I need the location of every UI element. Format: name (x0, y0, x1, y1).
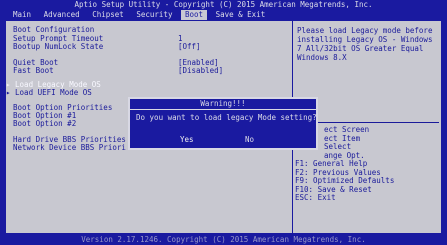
bootup-numlock-label[interactable]: Bootup NumLock State (13, 42, 103, 51)
key-change-opt: ange Opt. (324, 150, 365, 160)
key-save-reset: F10: Save & Reset (295, 184, 372, 194)
help-text: Please load Legacy mode before installin… (297, 26, 433, 62)
dialog-message: Do you want to load legacy Mode setting? (136, 113, 317, 122)
version-footer: Version 2.17.1246. Copyright (C) 2015 Am… (81, 235, 366, 244)
fast-boot-label[interactable]: Fast Boot (13, 66, 54, 75)
key-previous-values: F2: Previous Values (295, 167, 381, 177)
menu-tab-advanced[interactable]: Advanced (40, 10, 84, 20)
key-exit: ESC: Exit (295, 193, 336, 202)
bios-title: Aptio Setup Utility - Copyright (C) 2015… (0, 0, 447, 10)
menu-tab-save-exit[interactable]: Save & Exit (212, 10, 270, 20)
load-uefi-mode-item[interactable]: ▸ Load UEFI Mode OS (6, 88, 92, 97)
no-button[interactable]: No (242, 135, 257, 145)
boot-config-heading: Boot Configuration (13, 25, 95, 34)
menu-bar: Main Advanced Chipset Security Boot Save… (0, 10, 447, 20)
bios-screen: Aptio Setup Utility - Copyright (C) 2015… (0, 0, 447, 245)
yes-button[interactable]: Yes (177, 135, 197, 145)
menu-tab-chipset[interactable]: Chipset (88, 10, 128, 20)
boot-option-2-label[interactable]: Boot Option #2 (13, 119, 76, 128)
warning-dialog: Warning!!! Do you want to load legacy Mo… (128, 97, 318, 150)
network-bbs-priorities-item[interactable]: Network Device BBS Priori (13, 143, 126, 152)
bootup-numlock-value[interactable]: [Off] (178, 42, 201, 51)
key-optimized-defaults: F9: Optimized Defaults (295, 176, 395, 185)
menu-tab-boot[interactable]: Boot (180, 10, 208, 20)
dialog-separator (130, 109, 316, 110)
fast-boot-value[interactable]: [Disabled] (178, 66, 223, 75)
dialog-title: Warning!!! (200, 99, 246, 108)
menu-tab-security[interactable]: Security (132, 10, 176, 20)
submenu-arrow-icon: ▸ (6, 88, 16, 97)
load-uefi-mode-label: Load UEFI Mode OS (15, 88, 92, 97)
menu-tab-main[interactable]: Main (9, 10, 35, 20)
key-general-help: F1: General Help (295, 159, 368, 168)
